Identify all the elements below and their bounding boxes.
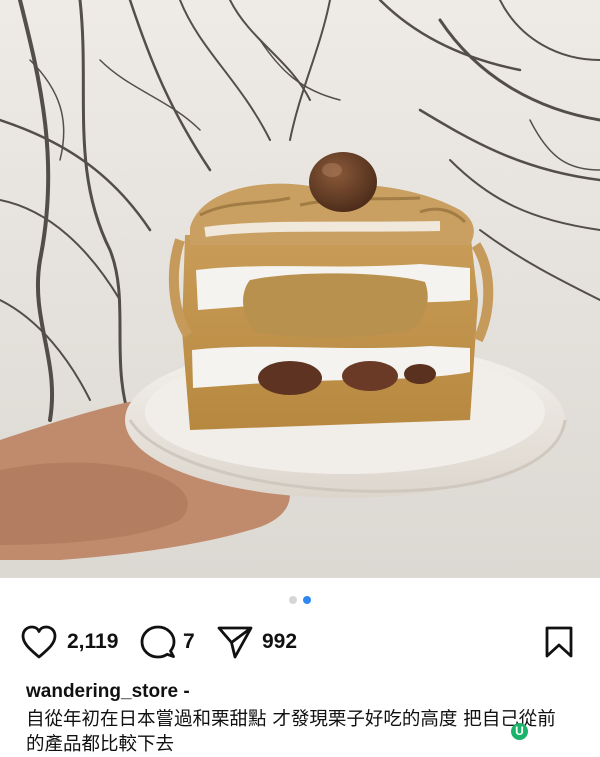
comment-count: 7 — [183, 630, 195, 653]
carousel-indicator — [0, 594, 600, 606]
share-count: 992 — [262, 630, 298, 653]
post-image[interactable] — [0, 0, 600, 578]
bookmark-icon — [545, 626, 573, 658]
post-actions-bar: 2,119 7 992 — [20, 620, 580, 664]
paper-plane-icon — [217, 626, 253, 659]
save-button[interactable] — [544, 625, 574, 664]
like-button[interactable]: 2,119 — [20, 620, 118, 664]
like-count: 2,119 — [67, 630, 119, 653]
cake-photo-illustration — [0, 0, 600, 578]
comment-bubble-icon — [140, 625, 176, 659]
share-button[interactable]: 992 — [216, 620, 297, 664]
carousel-dot-2-active — [303, 596, 311, 604]
u-badge-icon: U — [511, 723, 528, 740]
comment-button[interactable]: 7 — [140, 620, 195, 664]
heart-icon — [21, 625, 57, 659]
post-username[interactable]: wandering_store - — [26, 681, 190, 703]
carousel-dot-1 — [289, 596, 297, 604]
